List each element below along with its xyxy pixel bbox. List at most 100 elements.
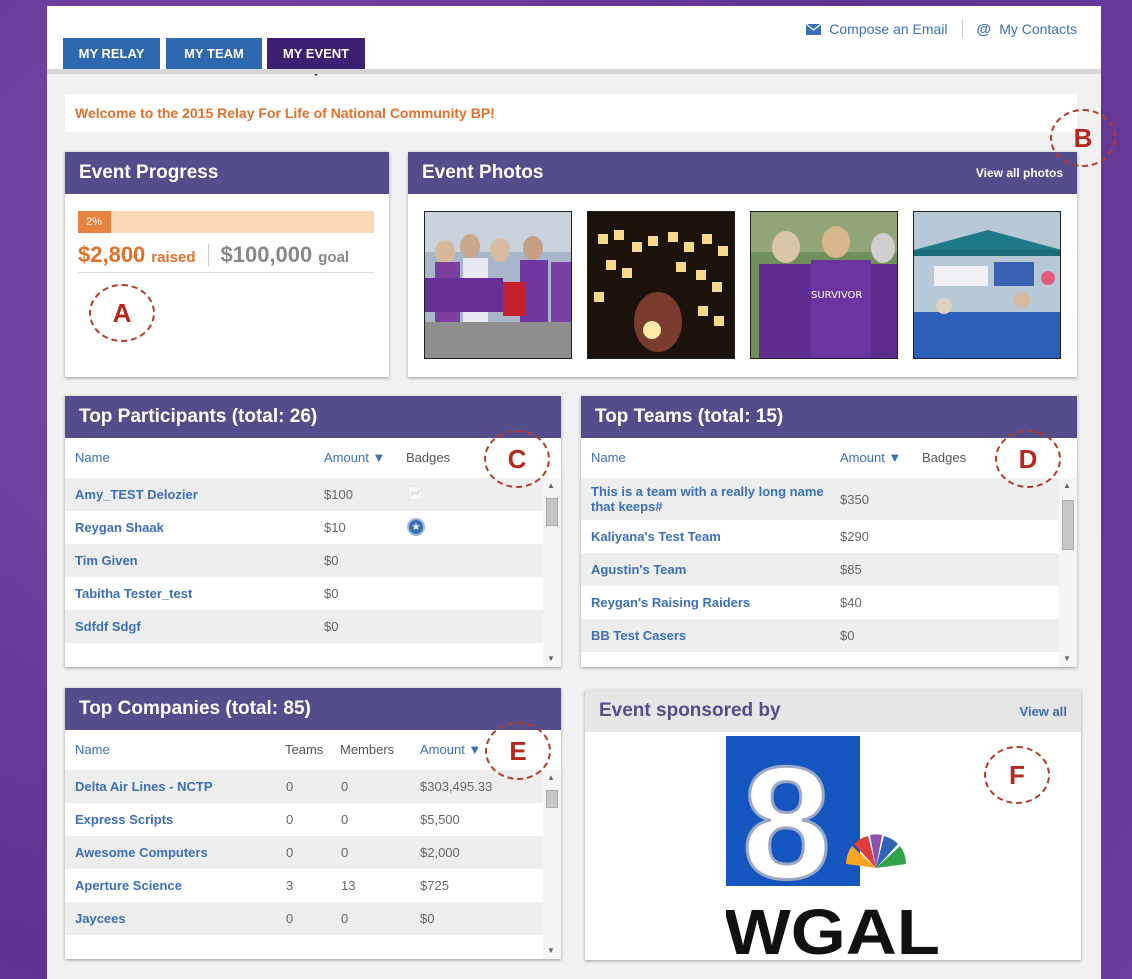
scrollbar-thumb[interactable] [546,790,558,808]
team-amount: $0 [840,628,855,643]
teams-col-amount[interactable]: Amount ▼ [840,450,901,465]
scroll-down-icon[interactable]: ▼ [547,946,555,955]
svg-text:SURVIVOR: SURVIVOR [811,290,862,301]
company-members: 0 [341,812,349,827]
participant-amount: $0 [324,619,339,634]
scrollbar-thumb[interactable] [546,498,558,526]
star-badge-icon: ★ [407,518,425,536]
sponsor-logo[interactable]: 8 WGAL [724,732,942,969]
tab-my-team[interactable]: MY TEAM [166,38,262,69]
scroll-up-icon[interactable]: ▲ [547,773,555,782]
sponsor-title: Event sponsored by [599,700,781,721]
participant-name[interactable]: Reygan Shaak [75,520,164,535]
svg-text:WGAL: WGAL [726,896,940,960]
participant-name[interactable]: Amy_TEST Delozier [75,487,198,502]
team-name[interactable]: Agustin's Team [591,562,686,577]
company-members: 13 [341,878,356,893]
table-row: Agustin's Team $85 [581,553,1059,586]
participant-amount: $0 [324,586,339,601]
company-name[interactable]: Express Scripts [75,812,173,827]
table-row: Delta Air Lines - NCTP 0 0 $303,495.33 [65,770,543,803]
company-name[interactable]: Aperture Science [75,878,182,893]
company-name[interactable]: Awesome Computers [75,845,208,860]
table-row: Kaliyana's Test Team $290 [581,520,1059,553]
table-row: BB Test Casers $0 [581,619,1059,652]
team-name[interactable]: BB Test Casers [591,628,686,643]
company-teams: 0 [286,845,294,860]
companies-col-amount[interactable]: Amount ▼ [420,742,481,757]
svg-text:8: 8 [742,736,831,912]
participants-col-badges: Badges [406,450,451,465]
companies-scrollbar[interactable]: ▲ ▼ [543,770,561,959]
top-teams-panel: Top Teams (total: 15) Name Amount ▼ Badg… [581,396,1077,667]
team-name[interactable]: This is a team with a really long name t… [591,484,831,514]
link-separator [961,20,963,38]
company-amount: $725 [420,878,449,893]
compose-email-link[interactable]: Compose an Email [806,21,948,37]
view-all-sponsors-link[interactable]: View all [1020,704,1067,719]
participants-col-amount[interactable]: Amount ▼ [324,450,385,465]
scroll-up-icon[interactable]: ▲ [1063,481,1071,490]
participant-name[interactable]: Sdfdf Sdgf [75,619,141,634]
participants-scrollbar[interactable]: ▲ ▼ [543,478,561,667]
tent-booth-photo [914,212,1060,358]
table-row: Sdfdf Sdgf $0 [65,610,543,643]
teams-scrollbar[interactable]: ▲ ▼ [1059,478,1077,667]
team-amount: $85 [840,562,862,577]
table-row: Awesome Computers 0 0 $2,000 [65,836,543,869]
participant-name[interactable]: Tim Given [75,553,138,568]
scroll-up-icon[interactable]: ▲ [547,481,555,490]
teams-col-name[interactable]: Name [591,450,626,465]
goal-amount: $100,000 [220,242,313,267]
wgal-logo: 8 WGAL [724,732,940,969]
participant-amount: $0 [324,553,339,568]
event-photo-4[interactable] [913,211,1061,359]
raised-label: raised [151,249,196,266]
company-amount: $0 [420,911,435,926]
company-name[interactable]: Delta Air Lines - NCTP [75,779,212,794]
table-row: This is a team with a really long name t… [581,478,1059,520]
top-nav: MY RELAY MY TEAM MY EVENT Compose an Ema… [47,6,1101,76]
company-teams: 3 [286,878,294,893]
participant-name[interactable]: Tabitha Tester_test [75,586,192,601]
tab-my-event[interactable]: MY EVENT [267,38,365,76]
scroll-down-icon[interactable]: ▼ [547,654,555,663]
progress-divider [78,272,374,273]
my-contacts-link[interactable]: @ My Contacts [977,21,1077,38]
event-photo-1[interactable] [424,211,572,359]
event-photo-2[interactable] [587,211,735,359]
companies-col-members: Members [340,742,395,757]
company-amount: $303,495.33 [420,779,493,794]
utility-links: Compose an Email @ My Contacts [806,20,1077,38]
my-contacts-label: My Contacts [999,21,1077,37]
companies-col-name[interactable]: Name [75,742,110,757]
welcome-banner: Welcome to the 2015 Relay For Life of Na… [65,94,1077,132]
team-amount: $350 [840,492,869,507]
annotation-marker-c: C [484,430,550,488]
table-row: Amy_TEST Delozier $100 [65,478,543,511]
company-members: 0 [341,845,349,860]
company-teams: 0 [286,911,294,926]
event-progress-title: Event Progress [65,152,389,194]
view-all-photos-link[interactable]: View all photos [976,166,1063,180]
tab-my-relay[interactable]: MY RELAY [63,38,160,69]
participants-col-name[interactable]: Name [75,450,110,465]
teams-rows: This is a team with a really long name t… [581,478,1059,667]
table-row: Reygan Shaak $10 ★ [65,511,543,544]
table-row: Jaycees 0 0 $0 [65,902,543,935]
progress-amounts: $2,800 raised $100,000 goal [78,242,349,268]
team-amount: $290 [840,529,869,544]
top-participants-panel: Top Participants (total: 26) Name Amount… [65,396,561,667]
scrollbar-thumb[interactable] [1062,500,1074,550]
table-row: Tim Given $0 [65,544,543,577]
event-photo-3[interactable]: SURVIVOR [750,211,898,359]
top-participants-title: Top Participants (total: 26) [65,396,561,438]
company-name[interactable]: Jaycees [75,911,126,926]
team-name[interactable]: Kaliyana's Test Team [591,529,721,544]
event-progress-panel: Event Progress 2% $2,800 raised $100,000… [65,152,389,377]
nav-divider [47,69,1101,74]
scroll-down-icon[interactable]: ▼ [1063,654,1071,663]
companies-col-teams: Teams [285,742,324,757]
company-teams: 0 [286,812,294,827]
team-name[interactable]: Reygan's Raising Raiders [591,595,750,610]
